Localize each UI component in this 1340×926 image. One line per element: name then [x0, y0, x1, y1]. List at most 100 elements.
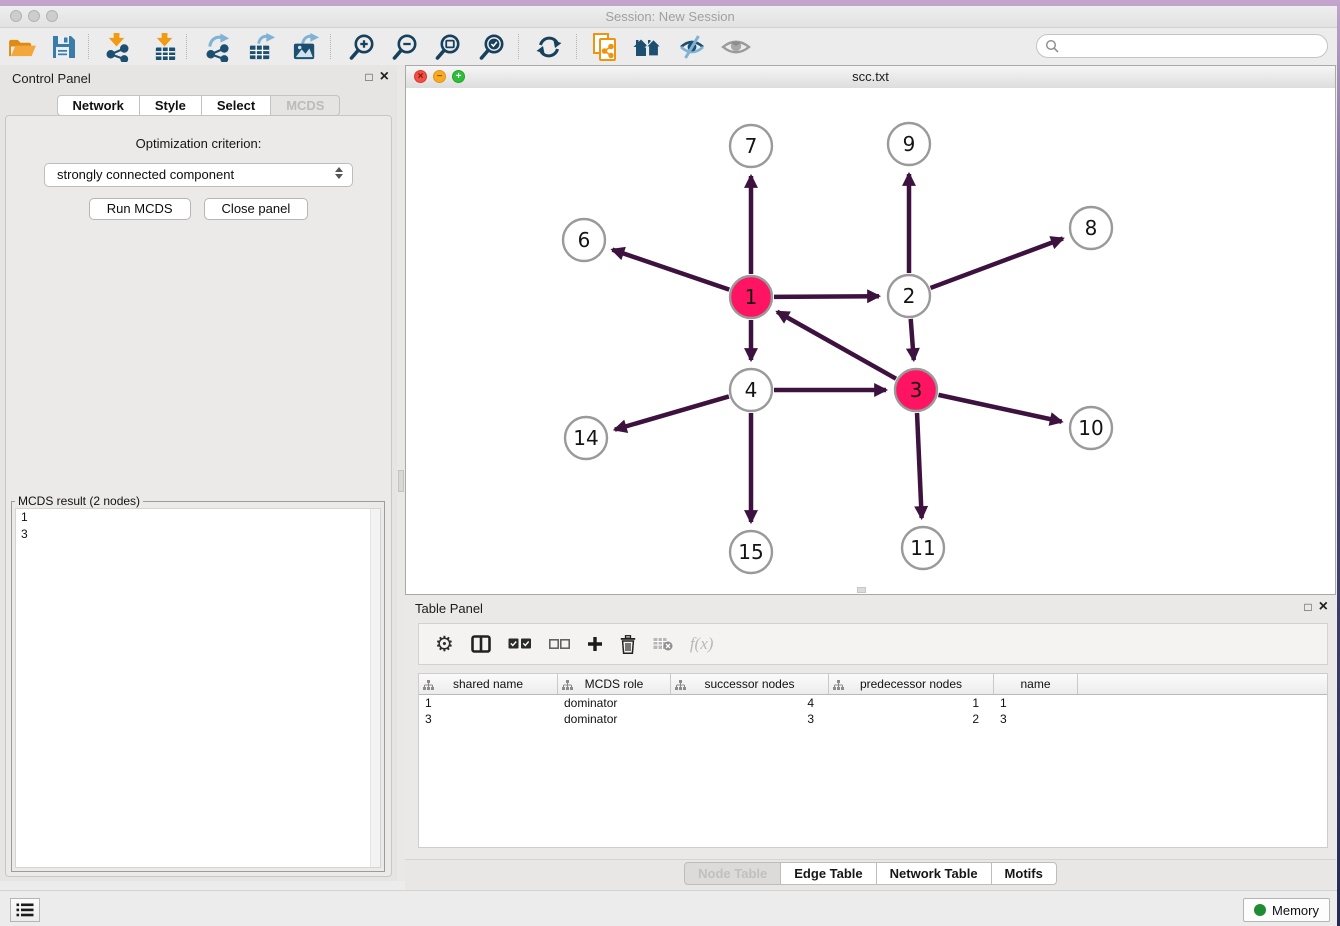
first-neighbors-button[interactable] [632, 32, 664, 62]
table-cell[interactable]: 2 [829, 711, 994, 727]
mcds-result-list[interactable]: 13 [15, 508, 381, 868]
eye-icon [721, 36, 751, 58]
column-label: MCDS role [585, 677, 644, 691]
delete-table-button[interactable] [653, 637, 673, 651]
graph-edge-4-14[interactable] [615, 396, 729, 429]
unselect-all-columns-button[interactable] [549, 639, 570, 649]
table-cell[interactable]: 4 [671, 695, 829, 711]
apply-layout-button[interactable] [533, 32, 565, 62]
graph-node-4[interactable]: 4 [730, 369, 772, 411]
delete-column-button[interactable] [620, 635, 636, 654]
graph-edge-2-3[interactable] [911, 319, 914, 360]
control-panel-close-icon[interactable]: × [380, 70, 389, 84]
graph-edge-1-2[interactable] [774, 296, 879, 297]
column-header-shared-name[interactable]: shared name [419, 674, 558, 694]
horizontal-splitter-grip[interactable] [857, 587, 866, 593]
status-menu-button[interactable] [10, 898, 40, 922]
export-image-button[interactable] [289, 32, 321, 62]
zoom-fit-button[interactable] [432, 32, 464, 62]
tab-network-table[interactable]: Network Table [877, 862, 992, 885]
window-zoom-button[interactable] [46, 10, 58, 22]
column-header-name[interactable]: name [994, 674, 1078, 694]
network-zoom-button[interactable]: + [452, 70, 465, 83]
graph-node-10[interactable]: 10 [1070, 407, 1112, 449]
graph-node-label: 7 [745, 134, 758, 158]
criterion-select[interactable]: strongly connected component [44, 163, 353, 187]
table-row[interactable]: 3dominator323 [419, 711, 1327, 727]
table-cell[interactable]: 1 [419, 695, 558, 711]
table-panel-close-icon[interactable]: × [1319, 600, 1328, 614]
show-graphics-details-button[interactable] [676, 32, 708, 62]
column-header-predecessor-nodes[interactable]: predecessor nodes [829, 674, 994, 694]
table-cell[interactable]: dominator [558, 695, 671, 711]
table-cell[interactable]: 1 [994, 695, 1078, 711]
zoom-in-button[interactable] [346, 32, 378, 62]
birds-eye-view-button[interactable] [720, 32, 752, 62]
run-mcds-button[interactable]: Run MCDS [89, 198, 191, 220]
export-table-button[interactable] [245, 32, 277, 62]
select-all-columns-button[interactable] [508, 638, 532, 650]
table-cell[interactable]: 3 [419, 711, 558, 727]
open-session-button[interactable] [6, 32, 38, 62]
show-columns-button[interactable] [471, 635, 491, 653]
graph-edge-3-1[interactable] [777, 312, 896, 379]
mcds-result-box: MCDS result (2 nodes) 13 [11, 494, 385, 872]
tab-network[interactable]: Network [57, 95, 140, 116]
graph-node-3[interactable]: 3 [895, 369, 937, 411]
tab-select[interactable]: Select [202, 95, 271, 116]
create-column-button[interactable] [587, 636, 603, 652]
window-minimize-button[interactable] [28, 10, 40, 22]
tab-node-table[interactable]: Node Table [684, 862, 781, 885]
network-minimize-button[interactable]: − [433, 70, 446, 83]
table-settings-button[interactable]: ⚙ [435, 634, 454, 655]
memory-button[interactable]: Memory [1243, 898, 1330, 922]
column-header-mcds-role[interactable]: MCDS role [558, 674, 671, 694]
export-network-button[interactable] [202, 32, 234, 62]
graph-node-15[interactable]: 15 [730, 531, 772, 573]
zoom-selected-button[interactable] [476, 32, 508, 62]
graph-edge-2-8[interactable] [931, 238, 1063, 287]
graph-node-11[interactable]: 11 [902, 527, 944, 569]
graph-node-2[interactable]: 2 [888, 275, 930, 317]
network-canvas[interactable]: 7 9 6 8 1 2 4 3 14 10 15 11 [406, 88, 1335, 594]
table-panel-title: Table Panel [415, 601, 483, 616]
graph-node-1[interactable]: 1 [730, 276, 772, 318]
table-cell[interactable]: 1 [829, 695, 994, 711]
window-close-button[interactable] [10, 10, 22, 22]
apply-function-button[interactable]: f(x) [690, 634, 714, 654]
splitter-grip[interactable] [398, 470, 404, 492]
control-panel-float-icon[interactable]: □ [365, 70, 372, 84]
save-session-button[interactable] [48, 32, 80, 62]
graph-edge-3-10[interactable] [938, 395, 1061, 422]
graph-node-14[interactable]: 14 [565, 417, 607, 459]
table-panel-float-icon[interactable]: □ [1304, 600, 1311, 614]
graph-node-9[interactable]: 9 [888, 123, 930, 165]
hierarchy-icon [833, 679, 844, 693]
tab-mcds[interactable]: MCDS [271, 95, 340, 116]
network-window-titlebar[interactable]: × − + scc.txt [406, 66, 1335, 89]
table-cell[interactable]: dominator [558, 711, 671, 727]
graph-node-7[interactable]: 7 [730, 125, 772, 167]
graph-node-6[interactable]: 6 [563, 219, 605, 261]
table-cell[interactable]: 3 [994, 711, 1078, 727]
import-table-button[interactable] [149, 32, 181, 62]
close-panel-button[interactable]: Close panel [204, 198, 309, 220]
graph-edge-3-11[interactable] [917, 413, 922, 518]
network-close-button[interactable]: × [414, 70, 427, 83]
graph-edge-1-6[interactable] [612, 250, 729, 290]
column-header-successor-nodes[interactable]: successor nodes [671, 674, 829, 694]
network-graph[interactable]: 7 9 6 8 1 2 4 3 14 10 15 11 [406, 88, 1335, 594]
search-input[interactable] [1059, 35, 1327, 57]
table-cell[interactable]: 3 [671, 711, 829, 727]
table-row[interactable]: 1dominator411 [419, 695, 1327, 711]
search-box[interactable] [1036, 34, 1328, 58]
graph-node-8[interactable]: 8 [1070, 207, 1112, 249]
vertical-splitter[interactable] [397, 65, 405, 881]
tab-edge-table[interactable]: Edge Table [781, 862, 876, 885]
zoom-out-button[interactable] [389, 32, 421, 62]
result-scrollbar[interactable] [370, 509, 380, 867]
tab-style[interactable]: Style [140, 95, 202, 116]
tab-motifs[interactable]: Motifs [992, 862, 1057, 885]
new-network-button[interactable] [589, 32, 621, 62]
import-network-button[interactable] [101, 32, 133, 62]
